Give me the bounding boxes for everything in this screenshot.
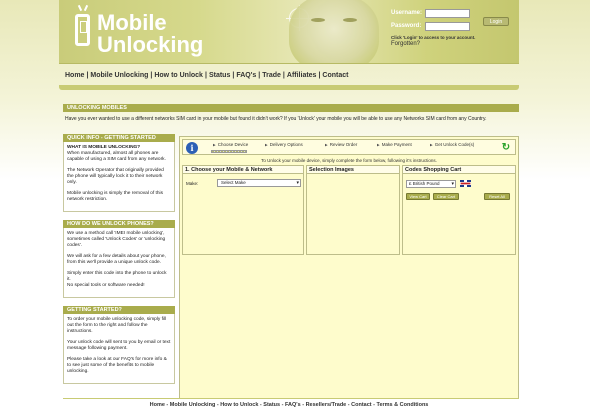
sidebox-text: The Network Operator that originally pro…: [67, 168, 164, 185]
sidebox-text: Please take a look at our FAQ's for more…: [67, 357, 167, 374]
sidebox-getting-started: GETTING STARTED? To order your mobile un…: [63, 306, 175, 384]
face-eye-right: [343, 18, 357, 22]
sidebox-text: No special tools or software needed!: [67, 283, 145, 288]
sidebox-text: To order your mobile unlocking code, sim…: [67, 317, 167, 334]
sidebox-text: Your unlock code will sent to you by ema…: [67, 340, 171, 351]
sidebox-heading: GETTING STARTED?: [63, 306, 175, 314]
sidebar: QUICK INFO - GETTING STARTED WHAT IS MOB…: [63, 134, 175, 392]
intro-section: UNLOCKING MOBILES Have you ever wanted t…: [63, 104, 519, 122]
reset-all-button[interactable]: Reset All: [484, 193, 510, 200]
login-hint: Click 'Login' to access to your account.: [391, 35, 476, 40]
nav-mobile-unlocking[interactable]: Mobile Unlocking: [90, 72, 148, 79]
password-label: Password:: [391, 23, 422, 29]
sidebox-heading: QUICK INFO - GETTING STARTED: [63, 134, 175, 142]
uk-flag-icon: [460, 180, 471, 187]
header: Mobile Unlocking Username: Login Passwor…: [59, 0, 519, 64]
footer-terms[interactable]: Terms & Conditions: [377, 402, 429, 408]
footer-nav: Home - Mobile Unlocking - How to Unlock …: [149, 402, 429, 408]
view-cart-button[interactable]: View Cart: [406, 193, 430, 200]
refresh-icon[interactable]: ↻: [500, 142, 512, 154]
panel-shopping-cart: Codes Shopping Cart £ British Pound View…: [402, 165, 516, 255]
sidebox-quick-info: QUICK INFO - GETTING STARTED WHAT IS MOB…: [63, 134, 175, 212]
forgotten-link[interactable]: Forgotten?: [391, 41, 519, 47]
step-choose-device: Choose Device: [213, 142, 249, 147]
make-label: Make:: [186, 181, 199, 186]
footer-faqs[interactable]: FAQ's: [285, 402, 301, 408]
username-input[interactable]: [425, 9, 470, 18]
sidebox-text: Mobile unlocking is simply the removal o…: [67, 191, 163, 202]
nav-divider: [59, 85, 519, 90]
unlock-instructions: To Unlock your mobile device, simply com…: [261, 158, 437, 163]
antenna-icon: [77, 4, 89, 13]
username-label: Username:: [391, 10, 423, 16]
nav-affiliates[interactable]: Affiliates: [287, 72, 317, 79]
footer-home[interactable]: Home: [150, 402, 165, 408]
step-progress-bar: [211, 150, 247, 153]
phone-logo-icon: [75, 14, 90, 46]
sidebox-text: When manufactured, almost all phones are…: [67, 151, 166, 162]
footer-contact[interactable]: Contact: [351, 402, 371, 408]
intro-text: Have you ever wanted to use a different …: [65, 116, 487, 122]
footer-how-to-unlock[interactable]: How to Unlock: [220, 402, 258, 408]
nav-how-to-unlock[interactable]: How to Unlock: [154, 72, 203, 79]
sidebox-text: Simply enter this code into the phone to…: [67, 271, 167, 282]
footer-mobile-unlocking[interactable]: Mobile Unlocking: [170, 402, 216, 408]
page: Mobile Unlocking Username: Login Passwor…: [59, 0, 519, 415]
login-form: Username: Login Password: Click 'Login' …: [391, 9, 519, 47]
nav-status[interactable]: Status: [209, 72, 230, 79]
nav-home[interactable]: Home: [65, 72, 84, 79]
panel-title: Selection Images: [307, 166, 399, 174]
panel-title: Codes Shopping Cart: [403, 166, 515, 174]
password-input[interactable]: [425, 22, 470, 31]
sidebox-heading: HOW DO WE UNLOCK PHONES?: [63, 220, 175, 228]
sidebox-text: We will ask for a few details about your…: [67, 254, 166, 265]
sidebox-text: We use a method call 'IMEI mobile unlock…: [67, 231, 166, 248]
step-get-unlock-codes: Get Unlock Code(s): [430, 142, 475, 147]
step-review-order: Review Order: [325, 142, 358, 147]
step-make-payment: Make Payment: [377, 142, 412, 147]
clear-cart-button[interactable]: Clear Cart: [433, 193, 459, 200]
nav-contact[interactable]: Contact: [322, 72, 348, 79]
intro-heading: UNLOCKING MOBILES: [63, 104, 519, 112]
face-eye-left: [311, 18, 325, 22]
footer-status[interactable]: Status: [263, 402, 280, 408]
main-nav: Home | Mobile Unlocking | How to Unlock | Stat…: [65, 72, 349, 79]
logo-text-line2[interactable]: Unlocking: [97, 32, 203, 58]
panel-title: 1. Choose your Mobile & Network: [183, 166, 303, 174]
nav-trade[interactable]: Trade: [262, 72, 281, 79]
currency-select[interactable]: £ British Pound: [406, 180, 456, 188]
sidebox-how-unlock: HOW DO WE UNLOCK PHONES? We use a method…: [63, 220, 175, 298]
header-face-graphic: [289, 0, 379, 63]
info-icon[interactable]: i: [186, 142, 198, 154]
footer-resellers-trade[interactable]: Resellers/Trade: [306, 402, 347, 408]
panel-choose-mobile: 1. Choose your Mobile & Network Make: Se…: [182, 165, 304, 255]
order-area: i Choose Device Delivery Options Review …: [179, 136, 519, 399]
step-delivery-options: Delivery Options: [265, 142, 303, 147]
nav-faqs[interactable]: FAQ's: [236, 72, 256, 79]
order-steps: i Choose Device Delivery Options Review …: [182, 139, 516, 155]
footer-divider: [63, 398, 519, 399]
panel-selection-images: Selection Images: [306, 165, 400, 255]
make-select[interactable]: Select Make: [217, 179, 301, 187]
